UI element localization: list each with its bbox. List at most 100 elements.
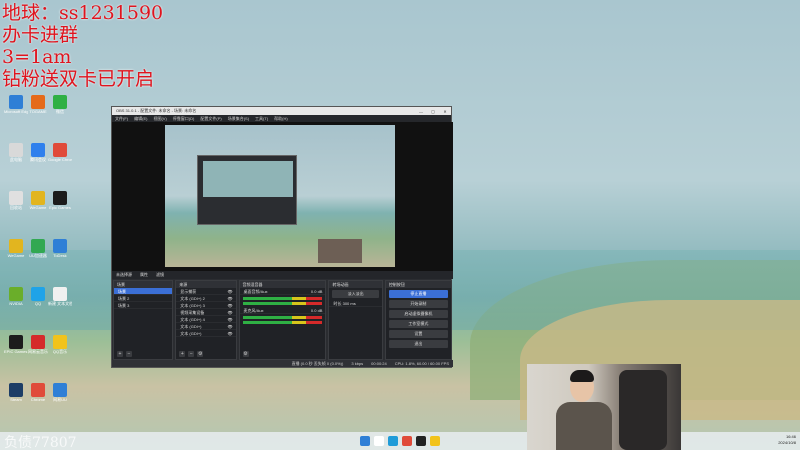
- desktop-shortcut[interactable]: Steam: [4, 383, 28, 415]
- menu-item[interactable]: 停靠窗口(D): [173, 116, 195, 122]
- taskbar-clock[interactable]: 16:46 2024/10/8: [778, 434, 796, 446]
- explorer-icon[interactable]: [430, 436, 440, 446]
- settings-button[interactable]: 设置: [388, 330, 448, 338]
- transitions-dock: 转场动画 淡入淡出 时长 300 ms: [328, 280, 383, 360]
- source-item[interactable]: 文本 (GDI+) 2 👁: [176, 295, 236, 302]
- filters-button[interactable]: 滤镜: [156, 272, 164, 278]
- source-item[interactable]: 文本 (GDI+) 👁: [176, 330, 236, 337]
- mixer-channel-name: 麦克风/Aux 0.0 dB: [239, 307, 326, 314]
- menu-item[interactable]: 编辑(E): [134, 116, 147, 122]
- desktop-shortcut[interactable]: QQ: [26, 287, 50, 319]
- studio-mode-button[interactable]: 工作室模式: [388, 320, 448, 328]
- desktop-shortcut[interactable]: 网易云音乐: [26, 335, 50, 367]
- minimize-icon[interactable]: —: [415, 109, 427, 114]
- windows-start-icon[interactable]: [360, 436, 370, 446]
- audio-meter: [242, 297, 323, 300]
- obs-preview[interactable]: [112, 122, 453, 271]
- chrome-icon[interactable]: [402, 436, 412, 446]
- menu-item[interactable]: 场景集合(S): [228, 116, 249, 122]
- edge-icon[interactable]: [388, 436, 398, 446]
- menu-item[interactable]: 文件(F): [115, 116, 128, 122]
- desktop-shortcut[interactable]: 新建 文本文档: [48, 287, 72, 319]
- desktop-shortcut[interactable]: Epic Games: [48, 191, 72, 223]
- desktop-shortcut-label: QQ: [34, 301, 42, 306]
- desktop-shortcut-label: 此电脑: [10, 157, 22, 162]
- visibility-icon[interactable]: 👁: [227, 302, 232, 308]
- remove-icon[interactable]: −: [188, 351, 195, 357]
- menu-item[interactable]: 工具(T): [255, 116, 268, 122]
- audio-meter: [242, 316, 323, 319]
- visibility-icon[interactable]: 👁: [227, 330, 232, 336]
- source-label: 文本 (GDI+): [180, 331, 202, 336]
- controls-title: 控制按钮: [385, 281, 451, 288]
- gear-icon[interactable]: ⚙: [242, 351, 249, 357]
- menu-item[interactable]: 配置文件(P): [200, 116, 221, 122]
- close-icon[interactable]: ✕: [439, 109, 451, 114]
- uu-icon: [31, 239, 45, 253]
- wegame-icon: [9, 239, 23, 253]
- virtual-camera-button[interactable]: 启动虚拟摄像机: [388, 310, 448, 318]
- qqmusic-icon: [53, 335, 67, 349]
- add-icon[interactable]: +: [117, 351, 123, 357]
- menu-item[interactable]: 帮助(H): [274, 116, 288, 122]
- duration-input[interactable]: 300 ms: [343, 300, 356, 306]
- computer-icon: [9, 143, 23, 157]
- source-item[interactable]: 文本 (GDI+) 3 👁: [176, 302, 236, 309]
- stop-streaming-button[interactable]: 停止直播: [388, 290, 448, 298]
- desktop-shortcut[interactable]: TOGAME: [26, 95, 50, 127]
- desktop-shortcut[interactable]: UU加速器: [26, 239, 50, 271]
- transition-select[interactable]: 淡入淡出: [332, 290, 379, 298]
- desktop-shortcut[interactable]: QQ音乐: [48, 335, 72, 367]
- visibility-icon[interactable]: 👁: [227, 295, 232, 301]
- source-item[interactable]: 文本 (GDI+) 4 👁: [176, 316, 236, 323]
- desktop-shortcut[interactable]: WeGame: [26, 191, 50, 223]
- source-item[interactable]: 视频采集设备 👁: [176, 309, 236, 316]
- source-item[interactable]: 显示捕获 👁: [176, 288, 236, 295]
- properties-button[interactable]: 属性: [140, 272, 148, 278]
- visibility-icon[interactable]: 👁: [227, 323, 232, 329]
- desktop-shortcut[interactable]: Microsoft Edge: [4, 95, 28, 127]
- obs-source-toolbar: 未选择源 属性 滤镜: [112, 271, 453, 279]
- search-icon[interactable]: [374, 436, 384, 446]
- visibility-icon[interactable]: 👁: [227, 316, 232, 322]
- visibility-icon[interactable]: 👁: [227, 309, 232, 315]
- scene-item[interactable]: 场景 2: [114, 295, 173, 302]
- overlay-line: 钻粉送双卡已开启: [2, 68, 155, 90]
- desktop-shortcut[interactable]: 网易UU: [48, 383, 72, 415]
- maximize-icon[interactable]: ▢: [427, 109, 439, 114]
- clock-date: 2024/10/8: [778, 440, 796, 445]
- obs-statusbar: 直播 (0.0 秒 丢失帧 0 (0.0%)) 3 kbps 00:00:24 …: [112, 360, 453, 367]
- remove-icon[interactable]: −: [126, 351, 132, 357]
- desktop-shortcut[interactable]: Google Chrome: [48, 143, 72, 175]
- desktop-shortcut[interactable]: 微信: [48, 95, 72, 127]
- gear-icon[interactable]: ⚙: [197, 351, 204, 357]
- obs-menubar: 文件(F) 编辑(E) 视图(V) 停靠窗口(D) 配置文件(P) 场景集合(S) 工具(T…: [112, 115, 451, 122]
- desktop-shortcut[interactable]: 回收站: [4, 191, 28, 223]
- add-icon[interactable]: +: [179, 351, 186, 357]
- menu-item[interactable]: 视图(V): [153, 116, 166, 122]
- preview-canvas: [165, 125, 395, 267]
- stream-time: 00:00:24: [371, 361, 387, 366]
- source-item[interactable]: 文本 (GDI+) 👁: [176, 323, 236, 330]
- desktop-shortcut[interactable]: EPIC Games Launcher: [4, 335, 28, 367]
- obs-title: OBS 31.0.1 - 配置文件: 未命名 - 场景: 未命名: [116, 108, 197, 113]
- desktop-shortcut[interactable]: NVIDIA: [4, 287, 28, 319]
- desktop-shortcut[interactable]: Chrome: [26, 383, 50, 415]
- exit-button[interactable]: 退出: [388, 340, 448, 348]
- desktop-shortcut[interactable]: 腾讯会议: [26, 143, 50, 175]
- todesk-icon: [53, 239, 67, 253]
- steam-icon: [9, 383, 23, 397]
- obs-titlebar[interactable]: OBS 31.0.1 - 配置文件: 未命名 - 场景: 未命名 — ▢ ✕: [112, 107, 451, 115]
- duration-row: 时长 300 ms: [329, 300, 382, 307]
- desktop-shortcut[interactable]: 此电脑: [4, 143, 28, 175]
- start-recording-button[interactable]: 开始录制: [388, 300, 448, 308]
- desktop-shortcut-label: Steam: [10, 397, 22, 402]
- scene-item[interactable]: 场景: [114, 288, 173, 295]
- scene-item[interactable]: 场景 3: [114, 302, 173, 309]
- obs-icon[interactable]: [416, 436, 426, 446]
- desktop-shortcut[interactable]: ToDesk: [48, 239, 72, 271]
- desktop-shortcut[interactable]: WeGame: [4, 239, 28, 271]
- visibility-icon[interactable]: 👁: [227, 288, 232, 294]
- music-icon: [31, 335, 45, 349]
- nested-obs-preview: [197, 155, 297, 225]
